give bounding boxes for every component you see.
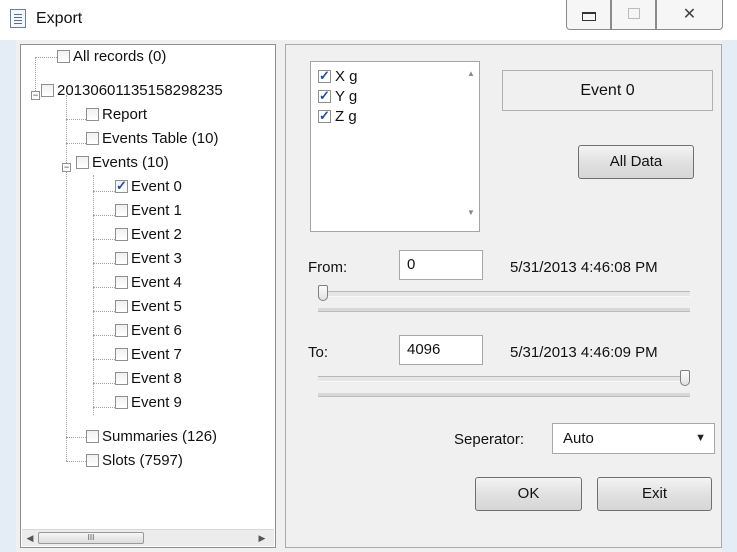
checkbox[interactable] xyxy=(76,156,89,169)
scrollbar-thumb[interactable]: III xyxy=(38,532,144,544)
tree-item-record[interactable]: 20130601135158298235 xyxy=(41,82,223,100)
tree-item-all-records[interactable]: All records (0) xyxy=(57,48,166,66)
exit-button[interactable]: Exit xyxy=(597,477,712,511)
title-bar[interactable]: Export ✕ xyxy=(0,0,737,40)
checkbox[interactable] xyxy=(86,454,99,467)
channel-item-z[interactable]: Z g xyxy=(318,107,357,126)
checkbox[interactable] xyxy=(86,430,99,443)
slider-track xyxy=(318,376,690,382)
selected-event-display: Event 0 xyxy=(502,70,713,111)
tree-item-event-9[interactable]: Event 9 xyxy=(115,394,182,412)
tree-item-slots[interactable]: Slots (7597) xyxy=(86,452,183,470)
scroll-down-icon[interactable]: ▼ xyxy=(463,208,479,217)
window-title: Export xyxy=(36,10,83,27)
to-timestamp: 5/31/2013 4:46:09 PM xyxy=(510,344,658,361)
checkbox[interactable] xyxy=(115,348,128,361)
close-button[interactable]: ✕ xyxy=(656,0,723,30)
minimize-icon xyxy=(567,6,610,24)
tree-item-events[interactable]: Events (10) xyxy=(76,154,169,172)
ok-button[interactable]: OK xyxy=(475,477,582,511)
channel-item-y[interactable]: Y g xyxy=(318,87,357,106)
close-icon: ✕ xyxy=(682,6,697,23)
all-data-button[interactable]: All Data xyxy=(578,145,694,179)
separator-label: Seperator: xyxy=(454,431,525,448)
maximize-button[interactable] xyxy=(611,0,656,30)
checkbox[interactable] xyxy=(115,372,128,385)
window-border-right xyxy=(722,40,737,552)
tree-item-summaries[interactable]: Summaries (126) xyxy=(86,428,217,446)
vertical-scrollbar[interactable]: ▲ ▼ xyxy=(463,63,479,230)
slider-track xyxy=(318,291,690,297)
checkbox[interactable] xyxy=(115,276,128,289)
tree-item-event-6[interactable]: Event 6 xyxy=(115,322,182,340)
tree-item-event-8[interactable]: Event 8 xyxy=(115,370,182,388)
checkbox[interactable] xyxy=(115,324,128,337)
checkbox[interactable] xyxy=(57,50,70,63)
collapse-icon[interactable]: − xyxy=(62,163,71,172)
tree-item-event-0[interactable]: Event 0 xyxy=(115,177,182,196)
tree-item-report[interactable]: Report xyxy=(86,106,147,124)
tree-item-events-table[interactable]: Events Table (10) xyxy=(86,130,218,148)
from-slider[interactable] xyxy=(318,283,690,313)
export-options-panel: X g Y g Z g ▲ ▼ Event 0 All Data From: 0… xyxy=(285,44,722,548)
to-input[interactable]: 4096 xyxy=(399,335,483,365)
document-icon xyxy=(10,9,26,28)
checkbox[interactable] xyxy=(86,132,99,145)
tree-item-event-2[interactable]: Event 2 xyxy=(115,226,182,244)
scroll-left-icon[interactable]: ◀ xyxy=(24,532,36,544)
separator-value: Auto xyxy=(563,430,594,447)
slider-rail xyxy=(318,393,690,397)
tree-item-event-4[interactable]: Event 4 xyxy=(115,274,182,292)
checkbox[interactable] xyxy=(115,204,128,217)
record-tree[interactable]: − − All records (0) 20130601135158298235… xyxy=(20,44,276,548)
slider-thumb[interactable] xyxy=(680,370,690,386)
dropdown-arrow-icon[interactable]: ▼ xyxy=(695,424,706,453)
checkbox-checked[interactable] xyxy=(318,67,331,85)
checkbox-checked[interactable] xyxy=(115,177,128,195)
checkbox-checked[interactable] xyxy=(318,87,331,105)
checkbox-checked[interactable] xyxy=(318,107,331,125)
checkbox[interactable] xyxy=(86,108,99,121)
checkbox[interactable] xyxy=(115,300,128,313)
checkbox[interactable] xyxy=(41,84,54,97)
channel-list[interactable]: X g Y g Z g ▲ ▼ xyxy=(310,61,480,232)
tree-item-event-1[interactable]: Event 1 xyxy=(115,202,182,220)
checkbox[interactable] xyxy=(115,228,128,241)
minimize-button[interactable] xyxy=(566,0,611,30)
slider-rail xyxy=(318,308,690,312)
channel-item-x[interactable]: X g xyxy=(318,67,358,86)
scroll-up-icon[interactable]: ▲ xyxy=(463,69,479,78)
from-label: From: xyxy=(308,259,348,276)
to-label: To: xyxy=(308,344,329,361)
tree-item-event-5[interactable]: Event 5 xyxy=(115,298,182,316)
window-border-left xyxy=(0,40,16,552)
checkbox[interactable] xyxy=(115,252,128,265)
tree-item-event-3[interactable]: Event 3 xyxy=(115,250,182,268)
checkbox[interactable] xyxy=(115,396,128,409)
separator-select[interactable]: Auto ▼ xyxy=(552,423,715,454)
maximize-icon xyxy=(612,6,655,22)
from-input[interactable]: 0 xyxy=(399,250,483,280)
to-slider[interactable] xyxy=(318,368,690,398)
tree-item-event-7[interactable]: Event 7 xyxy=(115,346,182,364)
slider-thumb[interactable] xyxy=(318,285,328,301)
horizontal-scrollbar[interactable]: ◀ III ▶ xyxy=(22,529,274,546)
collapse-icon[interactable]: − xyxy=(31,91,40,100)
from-timestamp: 5/31/2013 4:46:08 PM xyxy=(510,259,658,276)
scroll-right-icon[interactable]: ▶ xyxy=(256,532,268,544)
